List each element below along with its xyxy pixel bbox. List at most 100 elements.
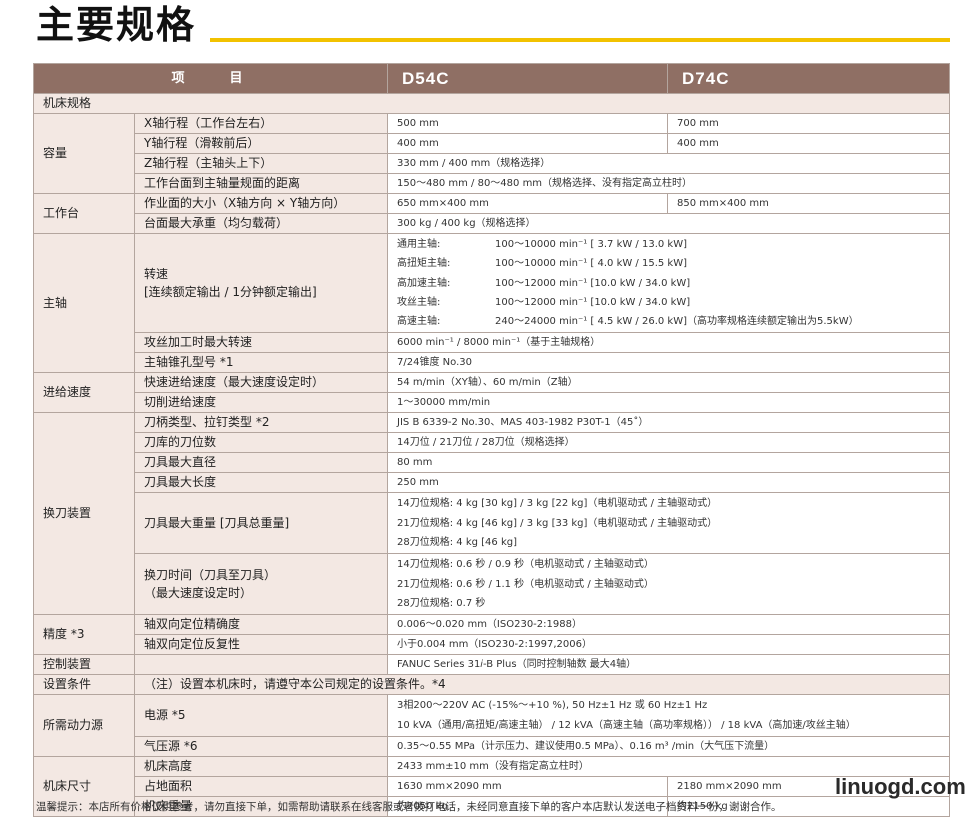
value-x-stroke-d74c: 700 mm: [667, 113, 951, 134]
item-work-surface: 作业面的大小（X轴方向 × Y轴方向）: [133, 193, 389, 214]
item-z-stroke: Z轴行程（主轴头上下）: [133, 153, 389, 174]
value-x-stroke-d54c: 500 mm: [387, 113, 669, 134]
value-max-load: 300 kg / 400 kg（规格选择）: [387, 213, 951, 234]
value-y-stroke-d74c: 400 mm: [667, 133, 951, 154]
item-control-blank: [133, 654, 389, 676]
title-area: 主要规格: [36, 2, 956, 48]
list-item: 14刀位规格: 4 kg [30 kg] / 3 kg [22 kg]（电机驱动…: [397, 498, 718, 510]
value-tap-max-speed: 6000 min⁻¹ / 8000 min⁻¹（基于主轴规格）: [387, 332, 951, 354]
header-model-d74c: D74C: [667, 63, 951, 94]
table-row: 工作台面到主轴量规面的距离 150～480 mm / 80～480 mm（规格选…: [34, 173, 951, 194]
page-title: 主要规格: [36, 3, 197, 47]
section-machine-spec: 机床规格: [32, 93, 951, 114]
item-max-tool-diameter: 刀具最大直径: [133, 452, 389, 474]
table-row: 换刀时间（刀具至刀具） （最大速度设定时） 14刀位规格: 0.6 秒 / 0.…: [34, 553, 951, 616]
table-row: 换刀装置 刀柄类型、拉钉类型 *2 JIS B 6339-2 No.30、MAS…: [33, 412, 951, 616]
watermark: linuogd.com: [835, 774, 966, 799]
list-item: 28刀位规格: 0.7 秒: [397, 597, 486, 609]
table-row: 切削进给速度 1～30000 mm/min: [34, 392, 951, 414]
spec-table: 项 目 D54C D74C 机床规格 容量 X轴行程（工作台左右） 500 mm…: [32, 63, 951, 817]
value-install-note: （注）设置本机床时，请遵守本公司规定的设置条件。*4: [133, 674, 951, 696]
table-header: 项 目 D54C D74C: [32, 63, 951, 94]
table-row: 攻丝加工时最大转速 6000 min⁻¹ / 8000 min⁻¹（基于主轴规格…: [34, 332, 951, 354]
tool-change-time-label: 换刀时间（刀具至刀具）: [144, 568, 277, 583]
category-feed: 进给速度: [33, 372, 135, 414]
table-row: 精度 *3 轴双向定位精确度 0.006～0.020 mm（ISO230-2:1…: [33, 614, 951, 656]
item-machine-height: 机床高度: [133, 755, 389, 777]
list-item: 高速主轴: 240～24000 min⁻¹ [ 4.5 kW / 26.0 kW]…: [397, 316, 859, 328]
item-max-tool-weight: 刀具最大重量 [刀具总重量]: [133, 492, 389, 555]
value-rapid-feed: 54 m/min（XY轴）、60 m/min（Z轴）: [387, 372, 951, 394]
table-row: 刀具最大长度 250 mm: [34, 472, 951, 494]
item-positioning-accuracy: 轴双向定位精确度: [133, 614, 389, 636]
table-row: 所需动力源 电源 *5 3相200～220V AC (-15%～+10 %), …: [33, 694, 951, 757]
value-table-to-spindle: 150～480 mm / 80～480 mm（规格选择、没有指定高立柱时）: [387, 173, 951, 194]
value-positioning-accuracy: 0.006～0.020 mm（ISO230-2:1988）: [387, 614, 951, 636]
list-item: 攻丝主轴: 100～12000 min⁻¹ [10.0 kW / 34.0 kW]: [397, 296, 691, 308]
item-magazine-capacity: 刀库的刀位数: [133, 432, 389, 454]
list-item: 28刀位规格: 4 kg [46 kg]: [397, 537, 517, 549]
table-row: 轴双向定位反复性 小于0.004 mm（ISO230-2:1997,2006）: [34, 634, 951, 656]
list-item: 10 kVA（通用/高扭矩/高速主轴） / 12 kVA（高速主轴（高功率规格）…: [397, 719, 856, 731]
category-worktable: 工作台: [33, 193, 135, 234]
list-item: 14刀位规格: 0.6 秒 / 0.9 秒（电机驱动式 / 主轴驱动式）: [397, 559, 654, 571]
list-item: 3相200～220V AC (-15%～+10 %), 50 Hz±1 Hz 或…: [397, 700, 708, 712]
value-repeatability: 小于0.004 mm（ISO230-2:1997,2006）: [387, 634, 951, 656]
list-item: 21刀位规格: 0.6 秒 / 1.1 秒（电机驱动式 / 主轴驱动式）: [397, 578, 654, 590]
category-capacity: 容量: [33, 113, 135, 194]
category-atc: 换刀装置: [33, 412, 135, 616]
list-item: 高扭矩主轴: 100～10000 min⁻¹ [ 4.0 kW / 15.5 kW…: [397, 258, 688, 270]
header-item: 项 目: [32, 63, 389, 94]
footer-note: 温馨提示：本店所有价格仅供参考，请勿直接下单，如需帮助请联系在线客服或者拨打电话…: [36, 801, 782, 813]
category-power: 所需动力源: [33, 694, 135, 757]
value-work-surface-d74c: 850 mm×400 mm: [667, 193, 951, 214]
table-row: 主轴锥孔型号 *1 7/24锥度 No.30: [34, 352, 951, 374]
table-row: 机床尺寸 机床高度 2433 mm±10 mm（没有指定高立柱时）: [33, 755, 951, 817]
table-row: 容量 X轴行程（工作台左右） 500 mm 700 mm: [33, 113, 951, 194]
value-cutting-feed: 1～30000 mm/min: [387, 392, 951, 414]
value-y-stroke-d54c: 400 mm: [387, 133, 669, 154]
table-row: 机床规格: [32, 93, 951, 114]
list-item: 通用主轴: 100～10000 min⁻¹ [ 3.7 kW / 13.0 kW]: [397, 239, 688, 250]
value-spindle-taper: 7/24锥度 No.30: [387, 352, 951, 374]
category-control: 控制装置: [33, 654, 135, 676]
list-item: 高加速主轴: 100～12000 min⁻¹ [10.0 kW / 34.0 kW…: [397, 277, 691, 289]
item-max-load: 台面最大承重（均匀载荷）: [133, 213, 389, 234]
value-floor-space-d54c: 1630 mm×2090 mm: [387, 775, 669, 797]
list-item: 21刀位规格: 4 kg [46 kg] / 3 kg [33 kg]（电机驱动…: [397, 517, 718, 529]
value-air-supply: 0.35～0.55 MPa（计示压力、建议使用0.5 MPa）、0.16 m³ …: [387, 735, 951, 757]
table-row: 控制装置 FANUC Series 31𝑖-B Plus（同时控制轴数 最大4轴…: [33, 654, 951, 676]
item-air-supply: 气压源 *6: [133, 735, 389, 757]
item-electric-power: 电源 *5: [133, 694, 389, 737]
title-underline: [210, 38, 950, 42]
table-row: 设置条件 （注）设置本机床时，请遵守本公司规定的设置条件。*4: [33, 674, 951, 696]
item-rapid-feed: 快速进给速度（最大速度设定时）: [133, 372, 389, 394]
table-row: 占地面积 1630 mm×2090 mm 2180 mm×2090 mm: [34, 775, 951, 797]
value-tool-holder: JIS B 6339-2 No.30、MAS 403-1982 P30T-1（4…: [387, 412, 951, 434]
table-row: Z轴行程（主轴头上下） 330 mm / 400 mm（规格选择）: [34, 153, 951, 174]
category-install: 设置条件: [33, 674, 135, 696]
item-tool-holder: 刀柄类型、拉钉类型 *2: [133, 412, 389, 434]
value-work-surface-d54c: 650 mm×400 mm: [387, 193, 669, 214]
table-row: 刀库的刀位数 14刀位 / 21刀位 / 28刀位（规格选择）: [34, 432, 951, 454]
value-tool-change-time: 14刀位规格: 0.6 秒 / 0.9 秒（电机驱动式 / 主轴驱动式） 21刀…: [387, 553, 951, 616]
value-max-tool-length: 250 mm: [387, 472, 951, 494]
item-tap-max-speed: 攻丝加工时最大转速: [133, 332, 389, 354]
item-max-tool-length: 刀具最大长度: [133, 472, 389, 494]
item-spindle-taper: 主轴锥孔型号 *1: [133, 352, 389, 374]
item-tool-change-time: 换刀时间（刀具至刀具） （最大速度设定时）: [133, 553, 389, 616]
item-x-stroke: X轴行程（工作台左右）: [133, 113, 389, 134]
table-row: 主轴 转速 [连续额定输出 / 1分钟额定输出] 通用主轴: 100～10000 …: [33, 232, 951, 374]
value-control: FANUC Series 31𝑖-B Plus（同时控制轴数 最大4轴）: [387, 654, 951, 676]
table-row: Y轴行程（滑鞍前后） 400 mm 400 mm: [34, 133, 951, 154]
table-row: 台面最大承重（均匀载荷） 300 kg / 400 kg（规格选择）: [34, 213, 951, 234]
value-max-tool-weight: 14刀位规格: 4 kg [30 kg] / 3 kg [22 kg]（电机驱动…: [387, 492, 951, 555]
category-spindle: 主轴: [33, 232, 135, 374]
item-spindle-speed: 转速 [连续额定输出 / 1分钟额定输出]: [133, 232, 389, 334]
value-magazine-capacity: 14刀位 / 21刀位 / 28刀位（规格选择）: [387, 432, 951, 454]
spindle-speed-label: 转速: [144, 267, 169, 282]
value-spindle-speed: 通用主轴: 100～10000 min⁻¹ [ 3.7 kW / 13.0 kW]…: [387, 232, 951, 334]
value-z-stroke: 330 mm / 400 mm（规格选择）: [387, 153, 951, 174]
value-max-tool-diameter: 80 mm: [387, 452, 951, 474]
value-electric-power: 3相200～220V AC (-15%～+10 %), 50 Hz±1 Hz 或…: [387, 694, 951, 737]
